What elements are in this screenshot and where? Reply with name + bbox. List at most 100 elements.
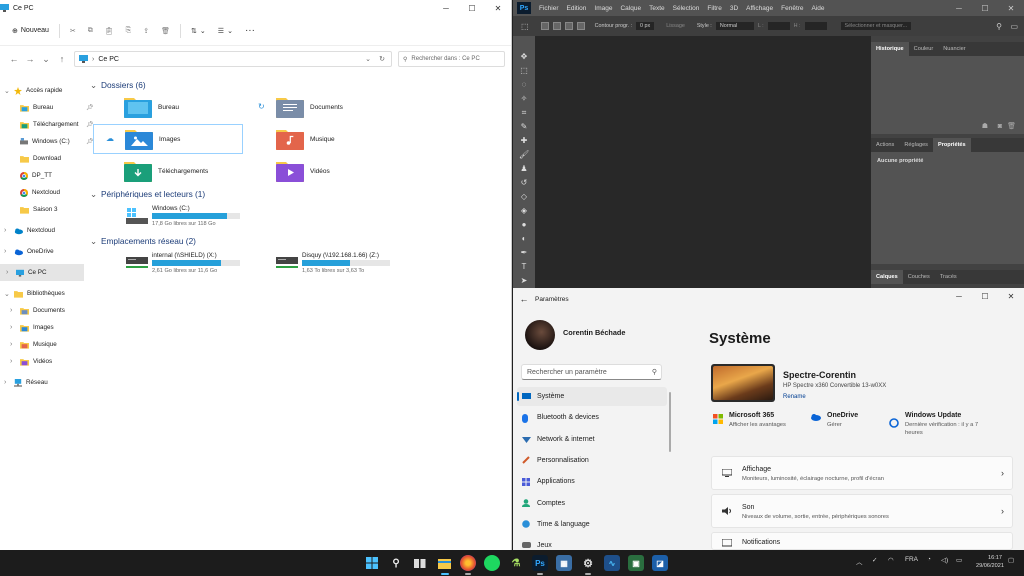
file-explorer-icon[interactable] xyxy=(436,555,452,571)
sidebar-item[interactable]: Saison 3 xyxy=(10,201,58,218)
settings-nav-item[interactable]: Time & language xyxy=(517,515,667,534)
sidebar-item[interactable]: Windows (C:) 📌︎ xyxy=(10,133,94,150)
feather-input[interactable]: 0 px xyxy=(636,22,655,30)
chevron-icon[interactable]: › xyxy=(10,324,16,331)
folder-tile[interactable]: Bureau xyxy=(124,92,274,122)
explorer-titlebar[interactable]: Ce PC ─ ☐ ✕ xyxy=(0,0,511,16)
ps-panel-tab[interactable]: Actions xyxy=(871,138,899,152)
maximize-icon[interactable]: ☐ xyxy=(972,288,998,304)
width-input[interactable] xyxy=(767,22,790,30)
chevron-icon[interactable]: › xyxy=(4,227,10,234)
section-devices[interactable]: ⌄ Périphériques et lecteurs (1) xyxy=(90,189,205,199)
chevron-icon[interactable]: ⌄ xyxy=(4,87,10,95)
wifi-icon[interactable]: ◔ xyxy=(927,556,931,563)
ps-menu-item[interactable]: Filtre xyxy=(707,5,721,12)
clock[interactable]: 16:17 29/06/2021 xyxy=(976,555,1004,571)
ps-menu-item[interactable]: Texte xyxy=(649,5,665,12)
paste-icon[interactable]: 📋︎ xyxy=(99,27,120,35)
lasso-tool-icon[interactable]: ◌ xyxy=(519,80,529,89)
close-icon[interactable]: ✕ xyxy=(998,288,1024,304)
ps-menu-item[interactable]: Edition xyxy=(567,5,587,12)
ps-panel-tab[interactable]: Calques xyxy=(871,270,903,284)
minimize-icon[interactable]: ─ xyxy=(946,288,972,304)
flask-icon[interactable]: ⚗ xyxy=(508,555,524,571)
search-icon[interactable]: ⚲ xyxy=(996,22,1002,31)
settings-card[interactable]: Notifications xyxy=(711,532,1013,550)
ps-panel-tab[interactable]: Nuancier xyxy=(938,42,970,56)
view-button[interactable]: ☰ ⌄ xyxy=(212,27,239,35)
chevron-icon[interactable]: › xyxy=(4,379,10,386)
rename-link[interactable]: Rename xyxy=(783,394,806,400)
new-selection-icon[interactable] xyxy=(540,22,549,30)
ps-menu-item[interactable]: Sélection xyxy=(673,5,700,12)
height-input[interactable] xyxy=(804,22,827,30)
eyedropper-icon[interactable]: ✎ xyxy=(519,122,529,131)
move-tool-icon[interactable]: ✥ xyxy=(519,52,529,61)
sidebar-item[interactable]: Nextcloud xyxy=(10,184,60,201)
sidebar-item[interactable]: Bureau 📌︎ xyxy=(10,99,94,116)
ps-menu-item[interactable]: Fichier xyxy=(539,5,559,12)
subtract-selection-icon[interactable] xyxy=(564,22,573,30)
nav-scrollbar[interactable] xyxy=(669,392,671,452)
chevron-up-icon[interactable]: ︿ xyxy=(856,556,863,566)
sidebar-item[interactable]: › Nextcloud xyxy=(4,222,55,239)
pen-tool-icon[interactable]: ✒ xyxy=(519,248,529,257)
chevron-icon[interactable]: › xyxy=(10,341,16,348)
sidebar-item[interactable]: › Documents xyxy=(10,302,65,319)
sort-button[interactable]: ⇅ ⌄ xyxy=(185,27,212,35)
maximize-icon[interactable]: ☐ xyxy=(972,0,998,16)
drive-item[interactable]: Windows (C:) 17,8 Go libres sur 118 Go xyxy=(126,205,286,233)
app-icon[interactable]: ◪ xyxy=(652,555,668,571)
close-icon[interactable]: ✕ xyxy=(485,0,511,16)
copy-icon[interactable]: ⧉ xyxy=(82,27,99,35)
folder-tile[interactable]: Images xyxy=(93,124,243,154)
select-mask-button[interactable]: Sélectionner et masquer... xyxy=(840,22,912,30)
drive-item[interactable]: internal (\\SHIELD) (X:) 2,61 Go libres s… xyxy=(126,252,286,280)
avatar[interactable] xyxy=(525,320,555,350)
search-icon[interactable]: ⚲ xyxy=(388,555,404,571)
settings-gear-icon[interactable]: ⚙ xyxy=(580,555,596,571)
ps-panel-tab[interactable]: Propriétés xyxy=(932,138,971,152)
chevron-icon[interactable]: › xyxy=(4,248,10,255)
folder-tile[interactable]: Téléchargements xyxy=(124,156,274,186)
rename-icon[interactable]: ⎘ xyxy=(120,27,138,35)
quick-link[interactable]: OneDrive Gérer xyxy=(810,412,897,430)
folder-tile[interactable]: Documents xyxy=(276,92,426,122)
notification-icon[interactable]: ▢ xyxy=(1008,556,1014,564)
eraser-tool-icon[interactable]: ◇ xyxy=(519,192,529,201)
ps-menu-item[interactable]: Fenêtre xyxy=(781,5,803,12)
up-arrow-icon[interactable]: ↑ xyxy=(54,54,70,64)
close-icon[interactable]: ✕ xyxy=(998,0,1024,16)
section-network[interactable]: ⌄ Emplacements réseau (2) xyxy=(90,236,196,246)
ps-menu-item[interactable]: 3D xyxy=(730,5,738,12)
checkmark-icon[interactable]: ✓ xyxy=(872,556,877,564)
magic-wand-icon[interactable]: ✧ xyxy=(519,94,529,103)
path-select-icon[interactable]: ➤ xyxy=(519,276,529,285)
sidebar-item[interactable]: › Musique xyxy=(10,336,57,353)
maximize-icon[interactable]: ☐ xyxy=(459,0,485,16)
sidebar-item[interactable]: › Vidéos xyxy=(10,353,52,370)
chevron-icon[interactable]: › xyxy=(10,358,16,365)
monitor-icon[interactable]: ∿ xyxy=(604,555,620,571)
settings-nav-item[interactable]: Personnalisation xyxy=(517,451,667,470)
workspace-icon[interactable]: ▭ xyxy=(1010,22,1018,31)
style-select[interactable]: Normal xyxy=(715,22,754,30)
back-arrow-icon[interactable]: ← xyxy=(6,54,22,64)
settings-card[interactable]: Affichage Moniteurs, luminosité, éclairag… xyxy=(711,456,1013,490)
ps-panel-tab[interactable]: Tracés xyxy=(935,270,962,284)
new-button[interactable]: ⊕ Nouveau xyxy=(6,27,55,35)
sidebar-item[interactable]: ⌄ Bibliothèques xyxy=(4,285,65,302)
firefox-icon[interactable] xyxy=(460,555,476,571)
healing-brush-icon[interactable]: ✚ xyxy=(519,136,529,145)
crop-tool-icon[interactable]: ⌗ xyxy=(519,108,529,118)
ps-menu-item[interactable]: Aide xyxy=(812,5,825,12)
store-icon[interactable]: ▣ xyxy=(628,555,644,571)
brush-tool-icon[interactable]: 🖌︎ xyxy=(519,150,529,159)
photos-icon[interactable]: ▦ xyxy=(556,555,572,571)
section-folders[interactable]: ⌄ Dossiers (6) xyxy=(90,80,146,90)
marquee-tool-icon[interactable]: ⬚ xyxy=(521,22,529,31)
intersect-selection-icon[interactable] xyxy=(576,22,585,30)
history-brush-icon[interactable]: ↺ xyxy=(519,178,529,187)
marquee-tool-icon[interactable]: ⬚ xyxy=(519,66,529,75)
delete-icon[interactable]: 🗑︎ xyxy=(155,27,176,35)
